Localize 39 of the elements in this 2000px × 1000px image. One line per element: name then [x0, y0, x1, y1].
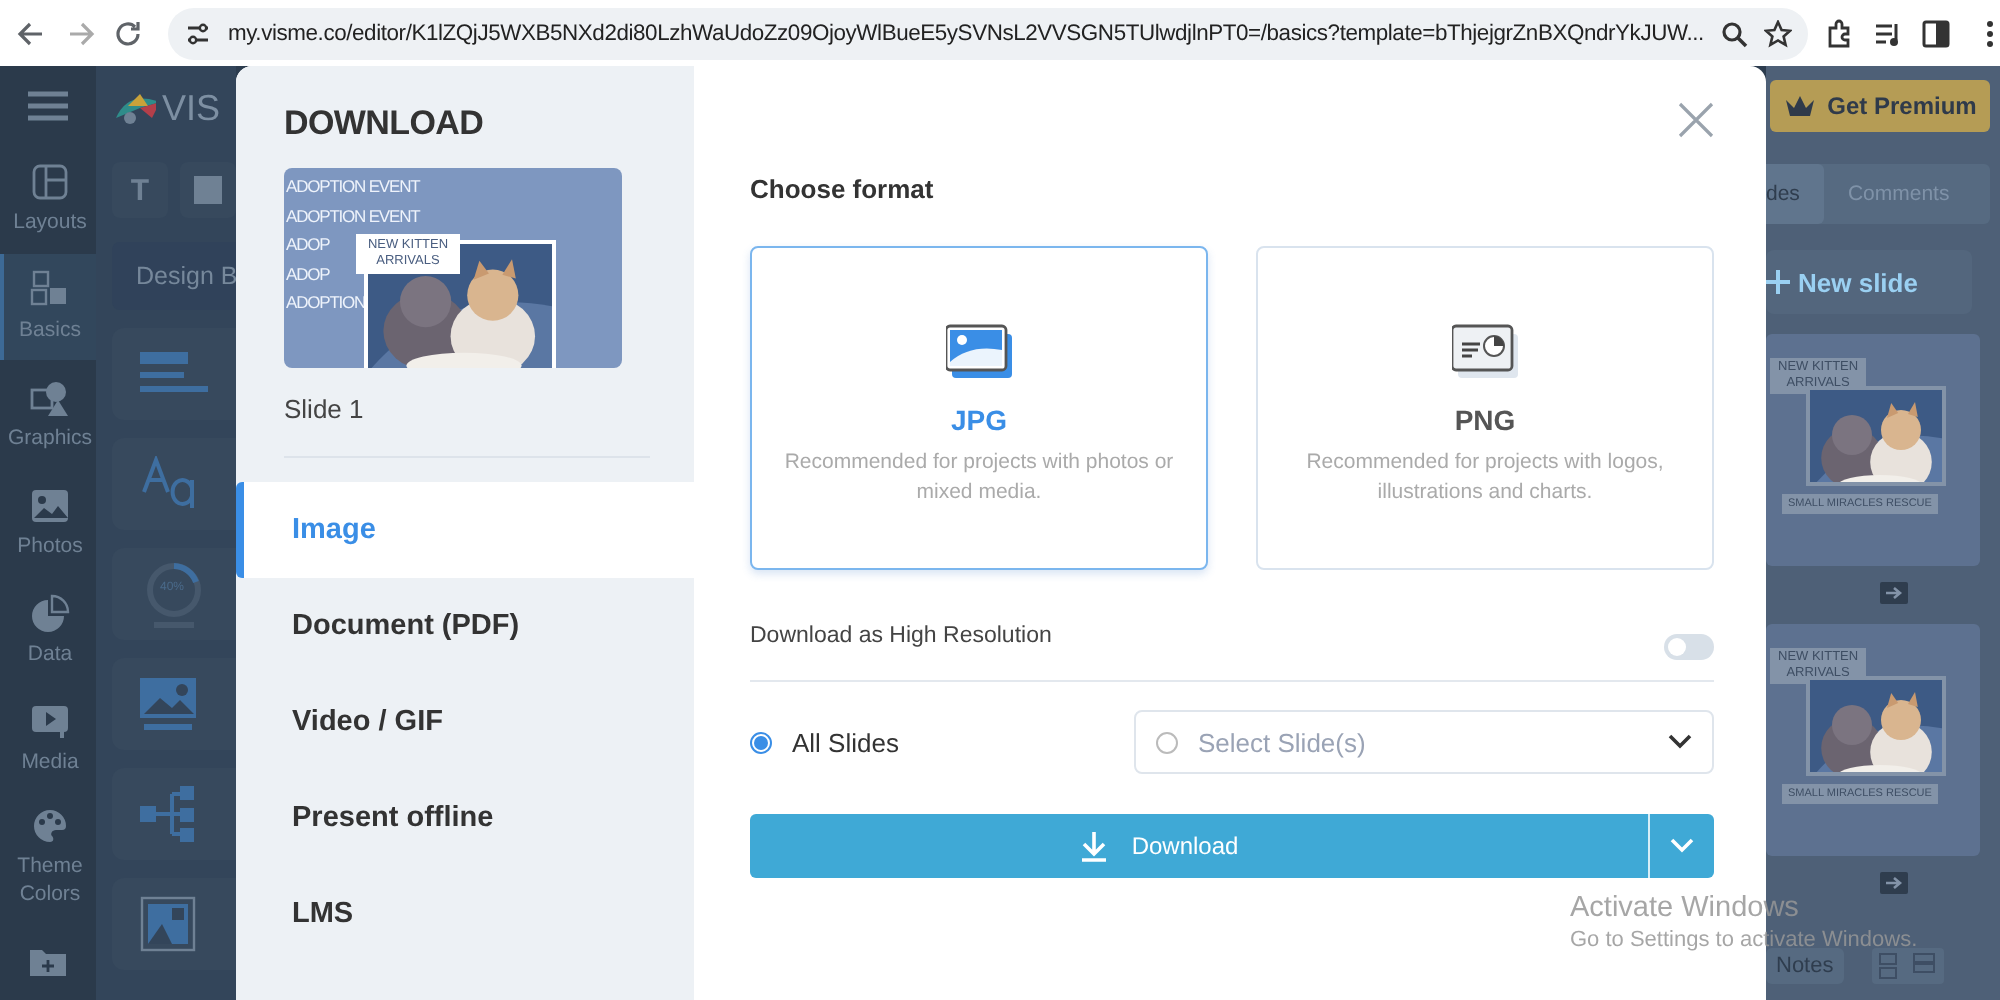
design-tab[interactable]: Design B [112, 242, 236, 310]
format-menu-item[interactable]: Present offline [236, 770, 694, 866]
format-card[interactable]: JPG Recommended for projects with photos or mixed media. [750, 246, 1208, 570]
sidebar-item[interactable]: Theme Colors [0, 792, 96, 921]
panel-tab[interactable]: des [1766, 164, 1824, 224]
new-slide-button[interactable]: New slide [1766, 250, 1972, 314]
logo-text: VIS [162, 87, 221, 129]
format-description: Recommended for projects with logos, illustrations and charts. [1304, 448, 1666, 508]
download-button[interactable]: Download [750, 814, 1648, 878]
sidebar-item[interactable]: Media [0, 684, 96, 793]
select-placeholder: Select Slide(s) [1198, 727, 1368, 757]
radio-label: All Slides [792, 727, 899, 757]
format-card[interactable]: PNG Recommended for projects with logos, illustrations and charts. [1256, 246, 1714, 570]
format-name: PNG [1454, 404, 1516, 436]
slide-text: ADOP [286, 261, 330, 287]
option-label: Download as High Resolution [750, 624, 1052, 648]
address-bar[interactable]: my.visme.co/editor/K1lZQjJ5WXB5NXd2di80LzhWaUdoZz09OjoyWlBueE5ySVNsL2VVSGN5TUlwdjlnPT0=/basics?template=bThjejgrZnBXQndrYkJUW... [168, 7, 1808, 59]
text-tool[interactable]: T [112, 162, 168, 218]
format-description: Recommended for projects with photos or mixed media. [782, 448, 1176, 508]
url-text: my.visme.co/editor/K1lZQjJ5WXB5NXd2di80LzhWaUdoZz09OjoyWlBueE5ySVNsL2VVSGN5TUlwdjlnPT0=/basics?template=bThjejgrZnBXQndrYkJUW... [228, 21, 1704, 45]
sidebar-item[interactable]: Layouts [0, 145, 96, 254]
slide-text: ADOPTION EVENT [286, 203, 420, 229]
format-menu-item[interactable]: LMS [236, 866, 694, 962]
format-name: JPG [950, 404, 1007, 436]
format-menu-item[interactable]: Image [236, 482, 694, 578]
slide-text: ADOPTION [286, 290, 366, 316]
sidebar-item[interactable]: Photos [0, 468, 96, 577]
format-menu-item[interactable]: Video / GIF [236, 674, 694, 770]
premium-button[interactable]: Get Premium [1770, 80, 1990, 132]
sidebar-item[interactable]: Basics [0, 253, 96, 361]
section-title: Choose format [750, 174, 936, 204]
dialog-title: DOWNLOAD [284, 104, 486, 144]
slide-label: Slide 1 [284, 394, 366, 424]
format-menu-item[interactable]: Document (PDF) [236, 578, 694, 674]
sidebar-item[interactable]: Data [0, 576, 96, 685]
slide-text: ADOPTION EVENT [286, 174, 420, 200]
sidebar-item[interactable]: Graphics [0, 360, 96, 469]
slide-select[interactable]: Select Slide(s) [1134, 710, 1714, 774]
slide-text: ADOP [286, 232, 330, 258]
